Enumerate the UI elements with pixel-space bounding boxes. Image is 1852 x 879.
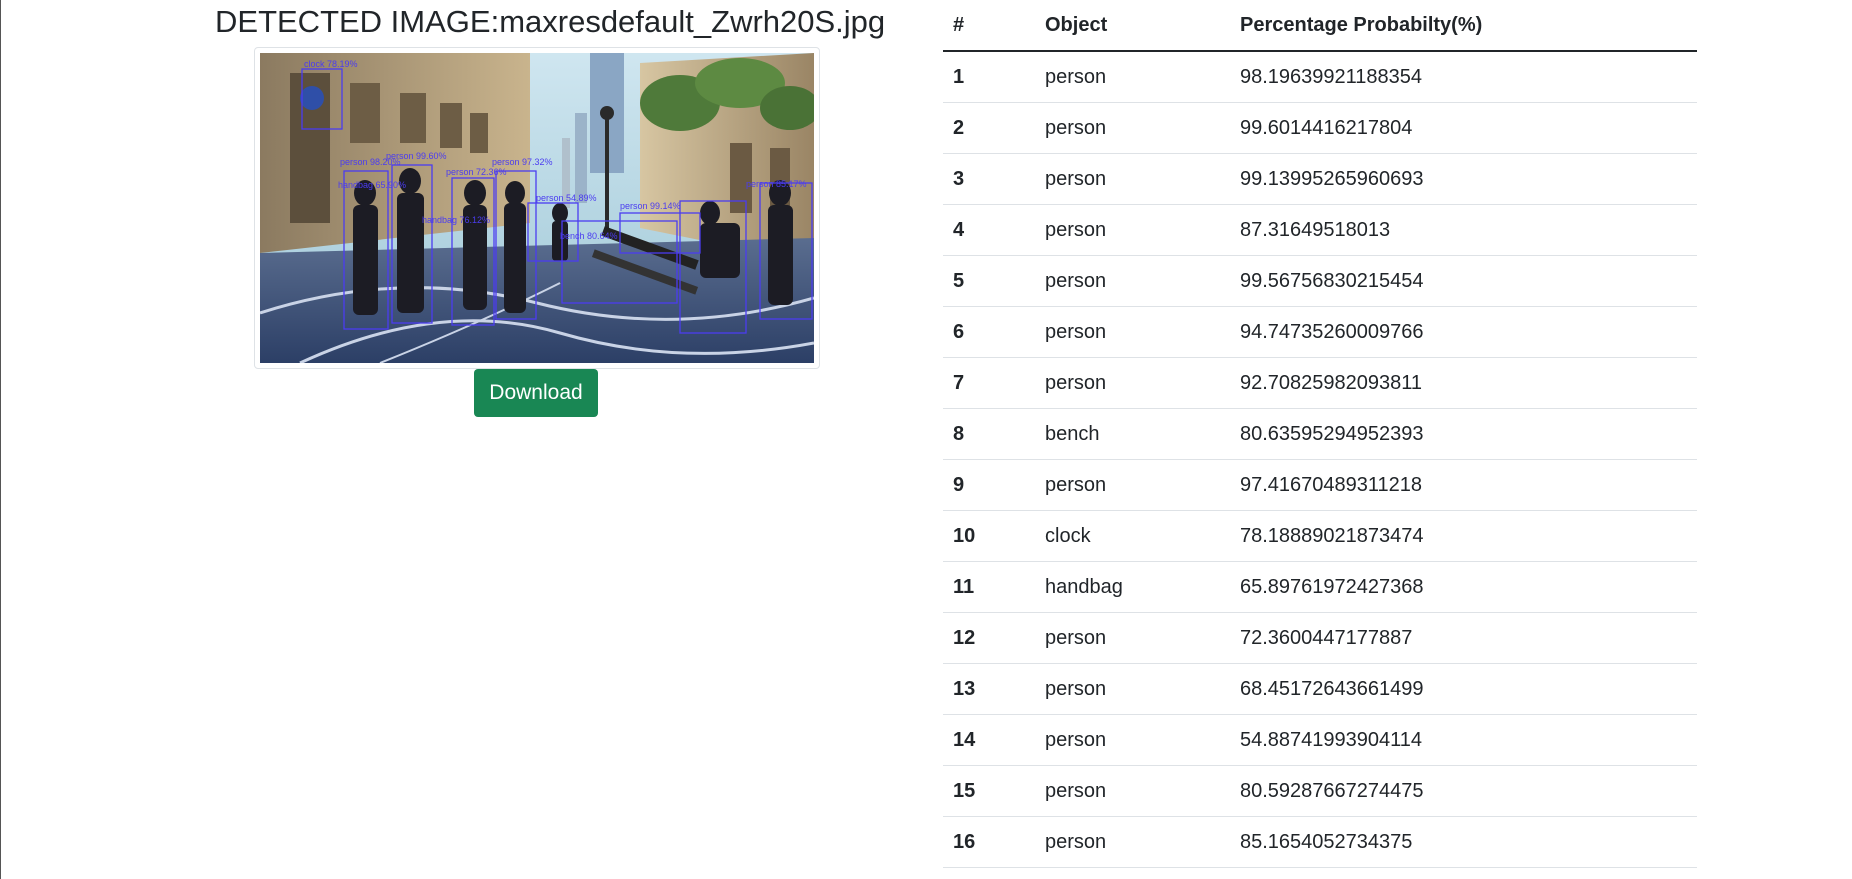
row-object: person xyxy=(1035,714,1230,766)
row-probability: 98.19639921188354 xyxy=(1230,51,1697,103)
row-object: person xyxy=(1035,153,1230,205)
row-object: person xyxy=(1035,357,1230,409)
row-object: person xyxy=(1035,51,1230,103)
row-probability: 99.6014416217804 xyxy=(1230,102,1697,154)
table-row: 11 handbag 65.89761972427368 xyxy=(943,561,1697,613)
annotation-text: clock 78.19% xyxy=(304,59,358,69)
row-object: person xyxy=(1035,306,1230,358)
row-index: 14 xyxy=(943,714,1035,766)
row-index: 2 xyxy=(943,102,1035,154)
row-object: person xyxy=(1035,255,1230,307)
table-row: 4 person 87.31649518013 xyxy=(943,204,1697,256)
row-index: 13 xyxy=(943,663,1035,715)
table-row: 6 person 94.74735260009766 xyxy=(943,306,1697,358)
row-index: 7 xyxy=(943,357,1035,409)
row-probability: 87.31649518013 xyxy=(1230,204,1697,256)
table-row: 16 person 85.1654052734375 xyxy=(943,816,1697,868)
detection-panel: DETECTED IMAGE:maxresdefault_Zwrh20S.jpg xyxy=(215,0,886,417)
row-object: clock xyxy=(1035,510,1230,562)
table-row: 1 person 98.19639921188354 xyxy=(943,51,1697,103)
row-probability: 85.1654052734375 xyxy=(1230,816,1697,868)
row-index: 1 xyxy=(943,51,1035,103)
table-row: 10 clock 78.18889021873474 xyxy=(943,510,1697,562)
detected-image-frame: clock 78.19% handbag 65.90% person 72.36… xyxy=(254,47,820,369)
row-probability: 54.88741993904114 xyxy=(1230,714,1697,766)
table-row: 14 person 54.88741993904114 xyxy=(943,714,1697,766)
row-probability: 99.56756830215454 xyxy=(1230,255,1697,307)
row-index: 16 xyxy=(943,816,1035,868)
row-index: 6 xyxy=(943,306,1035,358)
row-probability: 80.63595294952393 xyxy=(1230,408,1697,460)
row-index: 4 xyxy=(943,204,1035,256)
column-header-probability: Percentage Probabilty(%) xyxy=(1230,0,1697,52)
annotation-text: bench 80.64% xyxy=(560,231,618,241)
row-object: person xyxy=(1035,204,1230,256)
row-object: person xyxy=(1035,612,1230,664)
annotation-text: person 99.60% xyxy=(386,151,447,161)
row-index: 11 xyxy=(943,561,1035,613)
annotation-text: person 54.89% xyxy=(536,193,597,203)
row-probability: 65.89761972427368 xyxy=(1230,561,1697,613)
table-row: 2 person 99.6014416217804 xyxy=(943,102,1697,154)
annotation-text: handbag 65.90% xyxy=(338,180,406,190)
row-index: 9 xyxy=(943,459,1035,511)
page-title: DETECTED IMAGE:maxresdefault_Zwrh20S.jpg xyxy=(215,4,886,39)
results-table-container: # Object Percentage Probabilty(%) 1 perso… xyxy=(943,0,1697,868)
row-probability: 94.74735260009766 xyxy=(1230,306,1697,358)
table-row: 3 person 99.13995265960693 xyxy=(943,153,1697,205)
annotation-text: person 99.14% xyxy=(620,201,681,211)
row-index: 3 xyxy=(943,153,1035,205)
row-probability: 99.13995265960693 xyxy=(1230,153,1697,205)
download-button[interactable]: Download xyxy=(474,369,598,417)
annotation-text: person 85.17% xyxy=(746,179,807,189)
table-row: 8 bench 80.63595294952393 xyxy=(943,408,1697,460)
row-object: person xyxy=(1035,102,1230,154)
annotation-text: handbag 76.12% xyxy=(422,215,490,225)
row-object: person xyxy=(1035,459,1230,511)
row-probability: 68.45172643661499 xyxy=(1230,663,1697,715)
row-probability: 97.41670489311218 xyxy=(1230,459,1697,511)
row-probability: 92.70825982093811 xyxy=(1230,357,1697,409)
row-index: 5 xyxy=(943,255,1035,307)
column-header-object: Object xyxy=(1035,0,1230,52)
row-object: person xyxy=(1035,663,1230,715)
table-row: 12 person 72.3600447177887 xyxy=(943,612,1697,664)
row-index: 15 xyxy=(943,765,1035,817)
annotation-text: person 72.36% xyxy=(446,167,507,177)
table-row: 13 person 68.45172643661499 xyxy=(943,663,1697,715)
row-object: handbag xyxy=(1035,561,1230,613)
row-index: 12 xyxy=(943,612,1035,664)
row-probability: 80.59287667274475 xyxy=(1230,765,1697,817)
row-index: 10 xyxy=(943,510,1035,562)
column-header-index: # xyxy=(943,0,1035,52)
table-row: 9 person 97.41670489311218 xyxy=(943,459,1697,511)
table-row: 5 person 99.56756830215454 xyxy=(943,255,1697,307)
table-row: 15 person 80.59287667274475 xyxy=(943,765,1697,817)
row-probability: 72.3600447177887 xyxy=(1230,612,1697,664)
table-row: 7 person 92.70825982093811 xyxy=(943,357,1697,409)
row-probability: 78.18889021873474 xyxy=(1230,510,1697,562)
row-object: bench xyxy=(1035,408,1230,460)
page: DETECTED IMAGE:maxresdefault_Zwrh20S.jpg xyxy=(0,0,1852,879)
row-index: 8 xyxy=(943,408,1035,460)
results-table: # Object Percentage Probabilty(%) 1 perso… xyxy=(943,0,1697,868)
annotation-text: person 97.32% xyxy=(492,157,553,167)
row-object: person xyxy=(1035,765,1230,817)
row-object: person xyxy=(1035,816,1230,868)
table-header-row: # Object Percentage Probabilty(%) xyxy=(943,0,1697,52)
detected-image: clock 78.19% handbag 65.90% person 72.36… xyxy=(260,53,814,363)
